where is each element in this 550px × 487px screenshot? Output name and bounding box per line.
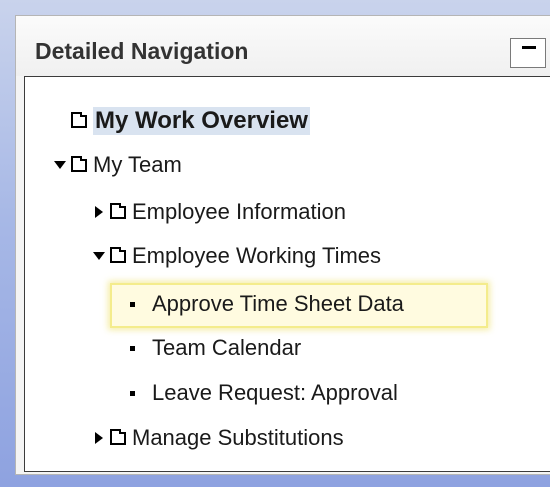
square-bullet-icon <box>130 301 135 307</box>
tree-item-my-work-overview[interactable]: My Work Overview <box>71 106 310 136</box>
triangle-down-icon[interactable] <box>92 249 106 263</box>
square-bullet-icon <box>130 345 135 351</box>
panel-header: Detailed Navigation <box>16 16 550 76</box>
triangle-right-icon[interactable] <box>92 205 106 219</box>
tree-item-label: Approve Time Sheet Data <box>152 291 404 316</box>
tree-item-manage-substitutions[interactable]: Manage Substitutions <box>92 423 344 453</box>
panel-title: Detailed Navigation <box>35 38 249 64</box>
tree-item-label: My Work Overview <box>93 107 310 135</box>
tree-item-employee-working-times[interactable]: Employee Working Times <box>92 241 381 271</box>
navigation-tree: My Work Overview My Team Employee Inform… <box>24 76 550 472</box>
tree-item-label: My Team <box>93 152 182 177</box>
collapse-button[interactable] <box>510 38 546 68</box>
tree-item-my-team[interactable]: My Team <box>53 150 182 180</box>
folder-icon <box>110 202 126 219</box>
triangle-down-icon[interactable] <box>53 158 67 172</box>
detailed-navigation-panel: Detailed Navigation My Work Overview My … <box>15 15 550 475</box>
tree-item-label: Manage Substitutions <box>132 425 344 450</box>
square-bullet-icon <box>130 390 135 396</box>
folder-icon <box>110 246 126 263</box>
tree-item-employee-information[interactable]: Employee Information <box>92 197 346 227</box>
tree-item-label: Leave Request: Approval <box>152 380 398 405</box>
tree-item-leave-request-approval[interactable]: Leave Request: Approval <box>130 378 398 408</box>
folder-icon <box>71 111 87 128</box>
tree-item-label: Team Calendar <box>152 335 302 360</box>
minimize-icon <box>522 46 536 49</box>
tree-item-team-calendar[interactable]: Team Calendar <box>130 333 301 363</box>
tree-item-label: Employee Working Times <box>132 243 382 268</box>
triangle-right-icon[interactable] <box>92 431 106 445</box>
tree-item-approve-time-sheet-data[interactable]: Approve Time Sheet Data <box>130 289 404 319</box>
folder-icon <box>110 428 126 445</box>
tree-item-label: Employee Information <box>132 199 346 224</box>
folder-icon <box>71 155 87 172</box>
